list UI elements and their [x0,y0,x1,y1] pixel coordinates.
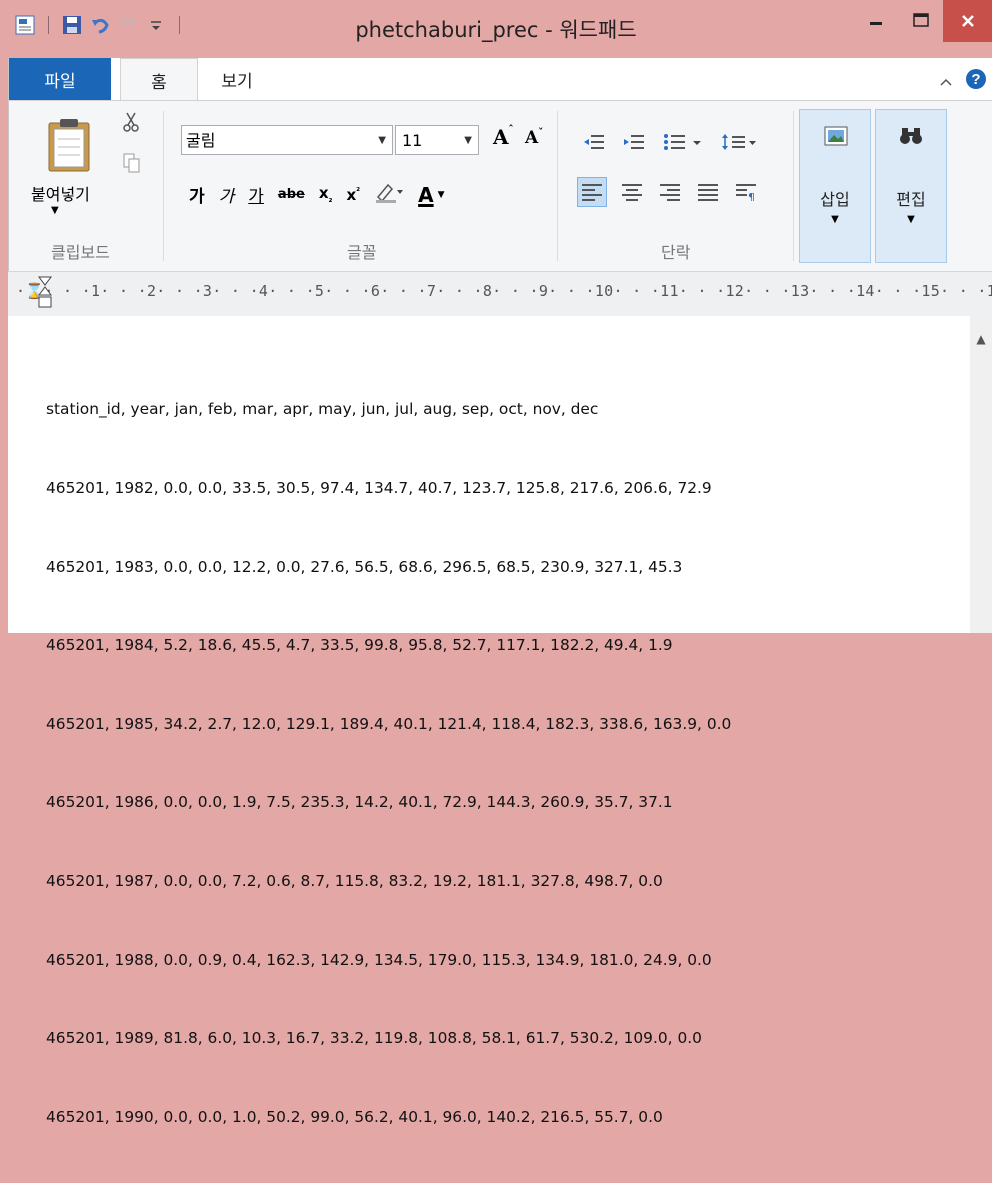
edit-label: 편집 [896,190,926,209]
document-line: 465201, 1986, 0.0, 0.0, 1.9, 7.5, 235.3,… [46,793,673,812]
chevron-down-icon: ▼ [378,135,386,146]
highlighter-icon [376,183,404,203]
bold-button[interactable]: 가 [189,182,205,207]
document-line: 465201, 1987, 0.0, 0.0, 7.2, 0.6, 8.7, 1… [46,872,663,891]
font-size-select[interactable]: 11 ▼ [395,125,479,155]
document-area[interactable]: station_id, year, jan, feb, mar, apr, ma… [8,316,970,1126]
font-family-value: 굴림 [186,131,216,150]
underline-button[interactable]: 가 [248,182,264,207]
document-line: 465201, 1988, 0.0, 0.9, 0.4, 162.3, 142.… [46,950,712,969]
increase-indent-icon[interactable] [621,129,647,155]
svg-text:?: ? [971,71,980,88]
font-family-select[interactable]: 굴림 ▼ [181,125,393,155]
chevron-down-icon: ▼ [907,214,915,225]
subscript-button[interactable]: x₂ [319,184,333,205]
help-icon[interactable]: ? [965,68,987,94]
font-size-value: 11 [402,131,423,150]
highlight-button[interactable] [374,181,404,208]
maximize-button[interactable] [899,0,943,40]
superscript-button[interactable]: x² [346,186,360,204]
decrease-indent-icon[interactable] [581,129,607,155]
paragraph-row-bottom: ¶ [577,177,759,207]
bullet-list-icon[interactable] [661,129,705,155]
subscript-marker-icon: ₂ [328,195,333,205]
superscript-marker-icon: ² [356,186,361,197]
chevron-down-icon: ▼ [437,189,445,200]
italic-button[interactable]: 가 [219,182,235,207]
copy-icon[interactable] [123,153,141,177]
font-group-label: 글꼴 [347,243,377,262]
paragraph-row-top [581,129,759,155]
minimize-icon [870,22,882,25]
document-line: 465201, 1985, 34.2, 2.7, 12.0, 129.1, 18… [46,714,732,733]
paste-label: 붙여넣기 [31,185,90,204]
ruler[interactable]: ·⌛· · ·1· · ·2· · ·3· · ·4· · ·5· · ·6· … [8,271,992,317]
insert-label: 삽입 [820,190,850,209]
paste-button[interactable]: 붙여넣기 ▼ [31,115,93,225]
ribbon-right-controls: ? [939,68,987,94]
align-right-icon[interactable] [657,179,683,205]
insert-button[interactable]: 삽입 ▼ [799,109,871,263]
document-line: station_id, year, jan, feb, mar, apr, ma… [46,400,599,419]
indent-marker-icon[interactable] [38,276,52,314]
title-bar: phetchaburi_prec - 워드패드 [0,0,992,58]
minimize-button[interactable] [853,0,899,40]
window-title: phetchaburi_prec - 워드패드 [355,18,637,42]
grow-font-button[interactable]: Aˆ [493,125,514,149]
group-divider [557,111,558,261]
document-line: 465201, 1982, 0.0, 0.0, 33.5, 30.5, 97.4… [46,479,712,498]
font-format-row: 가 가 가 abe x₂ x² A ▼ [189,181,445,208]
ribbon-tabs: 파일 홈 보기 ? [8,58,992,102]
justify-icon[interactable] [695,179,721,205]
tab-home[interactable]: 홈 [120,58,198,102]
cut-icon[interactable] [123,111,139,137]
close-icon [961,15,974,27]
subscript-label: x [318,184,329,202]
document-line: 465201, 1990, 0.0, 0.0, 1.0, 50.2, 99.0,… [46,1107,663,1126]
document-line: 465201, 1983, 0.0, 0.0, 12.2, 0.0, 27.6,… [46,557,683,576]
chevron-down-icon: ▼ [831,214,839,225]
document-line: 465201, 1989, 81.8, 6.0, 10.3, 16.7, 33.… [46,1029,702,1048]
close-button[interactable] [943,0,992,42]
document-line: 465201, 1984, 5.2, 18.6, 45.5, 4.7, 33.5… [46,636,673,655]
font-color-button[interactable]: A ▼ [418,183,444,207]
paragraph-settings-icon[interactable]: ¶ [733,179,759,205]
ribbon-home: 붙여넣기 ▼ 클립보드 굴림 ▼ 11 ▼ Aˆ Aˇ 가 가 가 abe x₂… [8,100,992,271]
binoculars-icon [900,128,922,144]
tab-view[interactable]: 보기 [199,58,275,100]
svg-text:¶: ¶ [748,191,755,201]
clipboard-group-label: 클립보드 [51,243,110,262]
shrink-font-label: A [525,128,539,148]
picture-icon [824,126,848,146]
group-divider [793,111,794,261]
clipboard-icon [48,119,90,172]
superscript-label: x [346,185,357,204]
edit-button[interactable]: 편집 ▼ [875,109,947,263]
tab-file[interactable]: 파일 [9,58,111,100]
caret-down-icon: ˇ [538,128,544,139]
strikethrough-button[interactable]: abe [278,187,305,202]
shrink-font-button[interactable]: Aˇ [525,128,543,148]
ruler-ticks: ·⌛· · ·1· · ·2· · ·3· · ·4· · ·5· · ·6· … [16,282,992,300]
vertical-scrollbar[interactable]: ▲ [970,316,992,633]
grow-font-label: A [493,125,509,149]
scroll-up-icon[interactable]: ▲ [970,332,992,346]
minimize-ribbon-icon[interactable] [939,72,953,91]
maximize-icon [913,13,929,27]
align-left-icon[interactable] [577,177,607,207]
chevron-down-icon: ▼ [51,205,59,216]
caret-up-icon: ˆ [508,125,514,136]
align-center-icon[interactable] [619,179,645,205]
group-divider [163,111,164,261]
chevron-down-icon: ▼ [464,135,472,146]
document-text[interactable]: station_id, year, jan, feb, mar, apr, ma… [46,344,731,1183]
paragraph-group-label: 단락 [661,243,691,262]
line-spacing-icon[interactable] [719,129,759,155]
font-color-label: A [418,182,434,207]
